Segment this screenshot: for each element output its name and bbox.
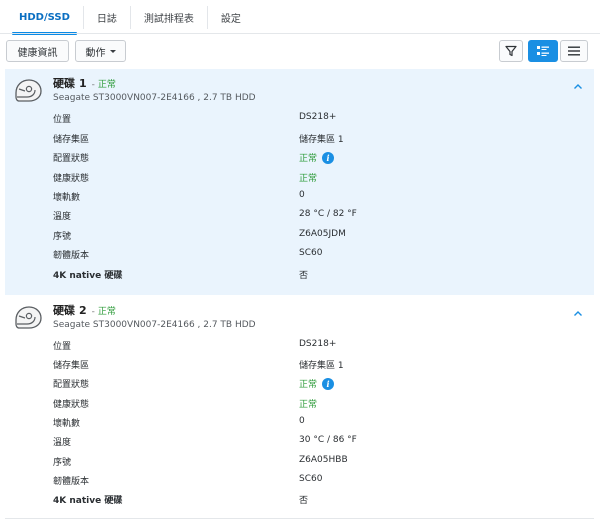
tab-label: 日誌 <box>96 14 117 25</box>
disk-model: Seagate ST3000VN007-2E4166 , 2.7 TB HDD <box>53 320 256 330</box>
field-row: 韌體版本 SC60 <box>53 474 573 488</box>
field-row: 健康狀態 正常 <box>53 171 573 185</box>
disk-status: 正常 <box>97 80 116 90</box>
title-separator: - <box>91 307 95 317</box>
field-row: 儲存集區 儲存集區 1 <box>53 358 573 372</box>
field-label: 溫度 <box>53 438 72 448</box>
field-value: 30 °C / 86 °F <box>299 435 357 445</box>
field-label: 溫度 <box>53 212 72 222</box>
hard-disk-icon <box>15 79 42 102</box>
field-value: DS218+ <box>299 112 337 122</box>
field-row: 儲存集區 儲存集區 1 <box>53 132 573 146</box>
field-row: 健康狀態 正常 <box>53 397 573 411</box>
field-label: 4K native 硬碟 <box>53 271 123 281</box>
field-row: 序號 Z6A05HBB <box>53 455 573 469</box>
allocation-status-text: 正常 <box>299 154 318 164</box>
action-label: 動作 <box>85 47 106 59</box>
field-row: 序號 Z6A05JDM <box>53 229 573 243</box>
tab-label: 設定 <box>220 14 241 25</box>
field-row: 配置狀態 正常 i <box>53 377 573 391</box>
field-label: 壞軌數 <box>53 193 81 203</box>
tab-label: HDD/SSD <box>19 12 70 23</box>
action-dropdown-button[interactable]: 動作 <box>75 40 126 62</box>
disk-number: 1 <box>79 77 87 90</box>
tab-label: 測試排程表 <box>143 14 194 25</box>
field-row: 溫度 30 °C / 86 °F <box>53 435 573 449</box>
field-value: 28 °C / 82 °F <box>299 209 357 219</box>
field-label: 儲存集區 <box>53 135 90 145</box>
field-label: 序號 <box>53 458 72 468</box>
field-row: 壞軌數 0 <box>53 416 573 430</box>
list-icon <box>568 46 580 56</box>
list-view-button[interactable] <box>560 40 588 62</box>
field-label: 韌體版本 <box>53 477 90 487</box>
field-label: 儲存集區 <box>53 361 90 371</box>
field-value: DS218+ <box>299 339 337 349</box>
disk-card[interactable]: 硬碟 2 - 正常 Seagate ST3000VN007-2E4166 , 2… <box>5 296 594 517</box>
field-value: 儲存集區 1 <box>299 361 344 371</box>
health-info-label: 健康資訊 <box>17 47 58 59</box>
field-value: 儲存集區 1 <box>299 135 344 145</box>
disk-status: 正常 <box>97 307 116 317</box>
disk-model: Seagate ST3000VN007-2E4166 , 2.7 TB HDD <box>53 93 256 103</box>
toolbar: 健康資訊 動作 <box>0 34 600 68</box>
caret-down-icon <box>109 50 116 53</box>
field-row: 位置 DS218+ <box>53 112 573 126</box>
tab-hdd-ssd[interactable]: HDD/SSD <box>6 6 84 35</box>
field-row: 壞軌數 0 <box>53 190 573 204</box>
detail-view-button[interactable] <box>528 40 558 62</box>
field-row: 配置狀態 正常 i <box>53 151 573 165</box>
field-label: 韌體版本 <box>53 251 90 261</box>
tab-log[interactable]: 日誌 <box>84 6 131 29</box>
health-info-button[interactable]: 健康資訊 <box>6 40 69 62</box>
field-label: 健康狀態 <box>53 400 90 410</box>
tab-test-schedule[interactable]: 測試排程表 <box>131 6 208 29</box>
hard-disk-icon <box>15 306 42 329</box>
field-row: 韌體版本 SC60 <box>53 248 573 262</box>
chevron-up-icon[interactable] <box>573 309 583 319</box>
field-label: 配置狀態 <box>53 380 90 390</box>
field-value: 正常 <box>299 174 318 184</box>
field-row: 4K native 硬碟 否 <box>53 493 573 507</box>
field-label: 位置 <box>53 115 72 125</box>
field-value: Z6A05HBB <box>299 455 348 465</box>
allocation-status-text: 正常 <box>299 380 318 390</box>
tab-bar: HDD/SSD 日誌 測試排程表 設定 <box>0 0 600 35</box>
field-label: 4K native 硬碟 <box>53 496 123 506</box>
info-icon[interactable]: i <box>322 151 335 164</box>
field-row: 溫度 28 °C / 82 °F <box>53 209 573 223</box>
list-bottom-divider <box>5 518 594 519</box>
tab-settings[interactable]: 設定 <box>208 6 254 29</box>
chevron-up-icon[interactable] <box>573 82 583 92</box>
field-value: 0 <box>299 416 305 426</box>
field-label: 配置狀態 <box>53 154 90 164</box>
field-label: 序號 <box>53 232 72 242</box>
field-value: 0 <box>299 190 305 200</box>
field-value: SC60 <box>299 474 323 484</box>
field-label: 健康狀態 <box>53 174 90 184</box>
field-value: 正常 i <box>299 151 335 164</box>
field-value: 正常 i <box>299 377 335 390</box>
disk-title: 硬碟 1 - 正常 <box>53 75 116 91</box>
filter-icon <box>505 45 517 57</box>
disk-name: 硬碟 <box>53 304 75 317</box>
info-icon[interactable]: i <box>322 377 335 390</box>
disk-number: 2 <box>79 304 87 317</box>
disk-title: 硬碟 2 - 正常 <box>53 302 116 318</box>
filter-button[interactable] <box>499 40 523 62</box>
disk-name: 硬碟 <box>53 77 75 90</box>
field-row: 位置 DS218+ <box>53 339 573 353</box>
field-value: 正常 <box>299 400 318 410</box>
field-value: 否 <box>299 496 309 506</box>
detail-list-icon <box>537 46 549 56</box>
field-value: 否 <box>299 271 309 281</box>
field-value: Z6A05JDM <box>299 229 346 239</box>
field-row: 4K native 硬碟 否 <box>53 268 573 282</box>
title-separator: - <box>91 80 95 90</box>
disk-card[interactable]: 硬碟 1 - 正常 Seagate ST3000VN007-2E4166 , 2… <box>5 69 594 295</box>
field-value: SC60 <box>299 248 323 258</box>
field-label: 位置 <box>53 342 72 352</box>
field-label: 壞軌數 <box>53 419 81 429</box>
